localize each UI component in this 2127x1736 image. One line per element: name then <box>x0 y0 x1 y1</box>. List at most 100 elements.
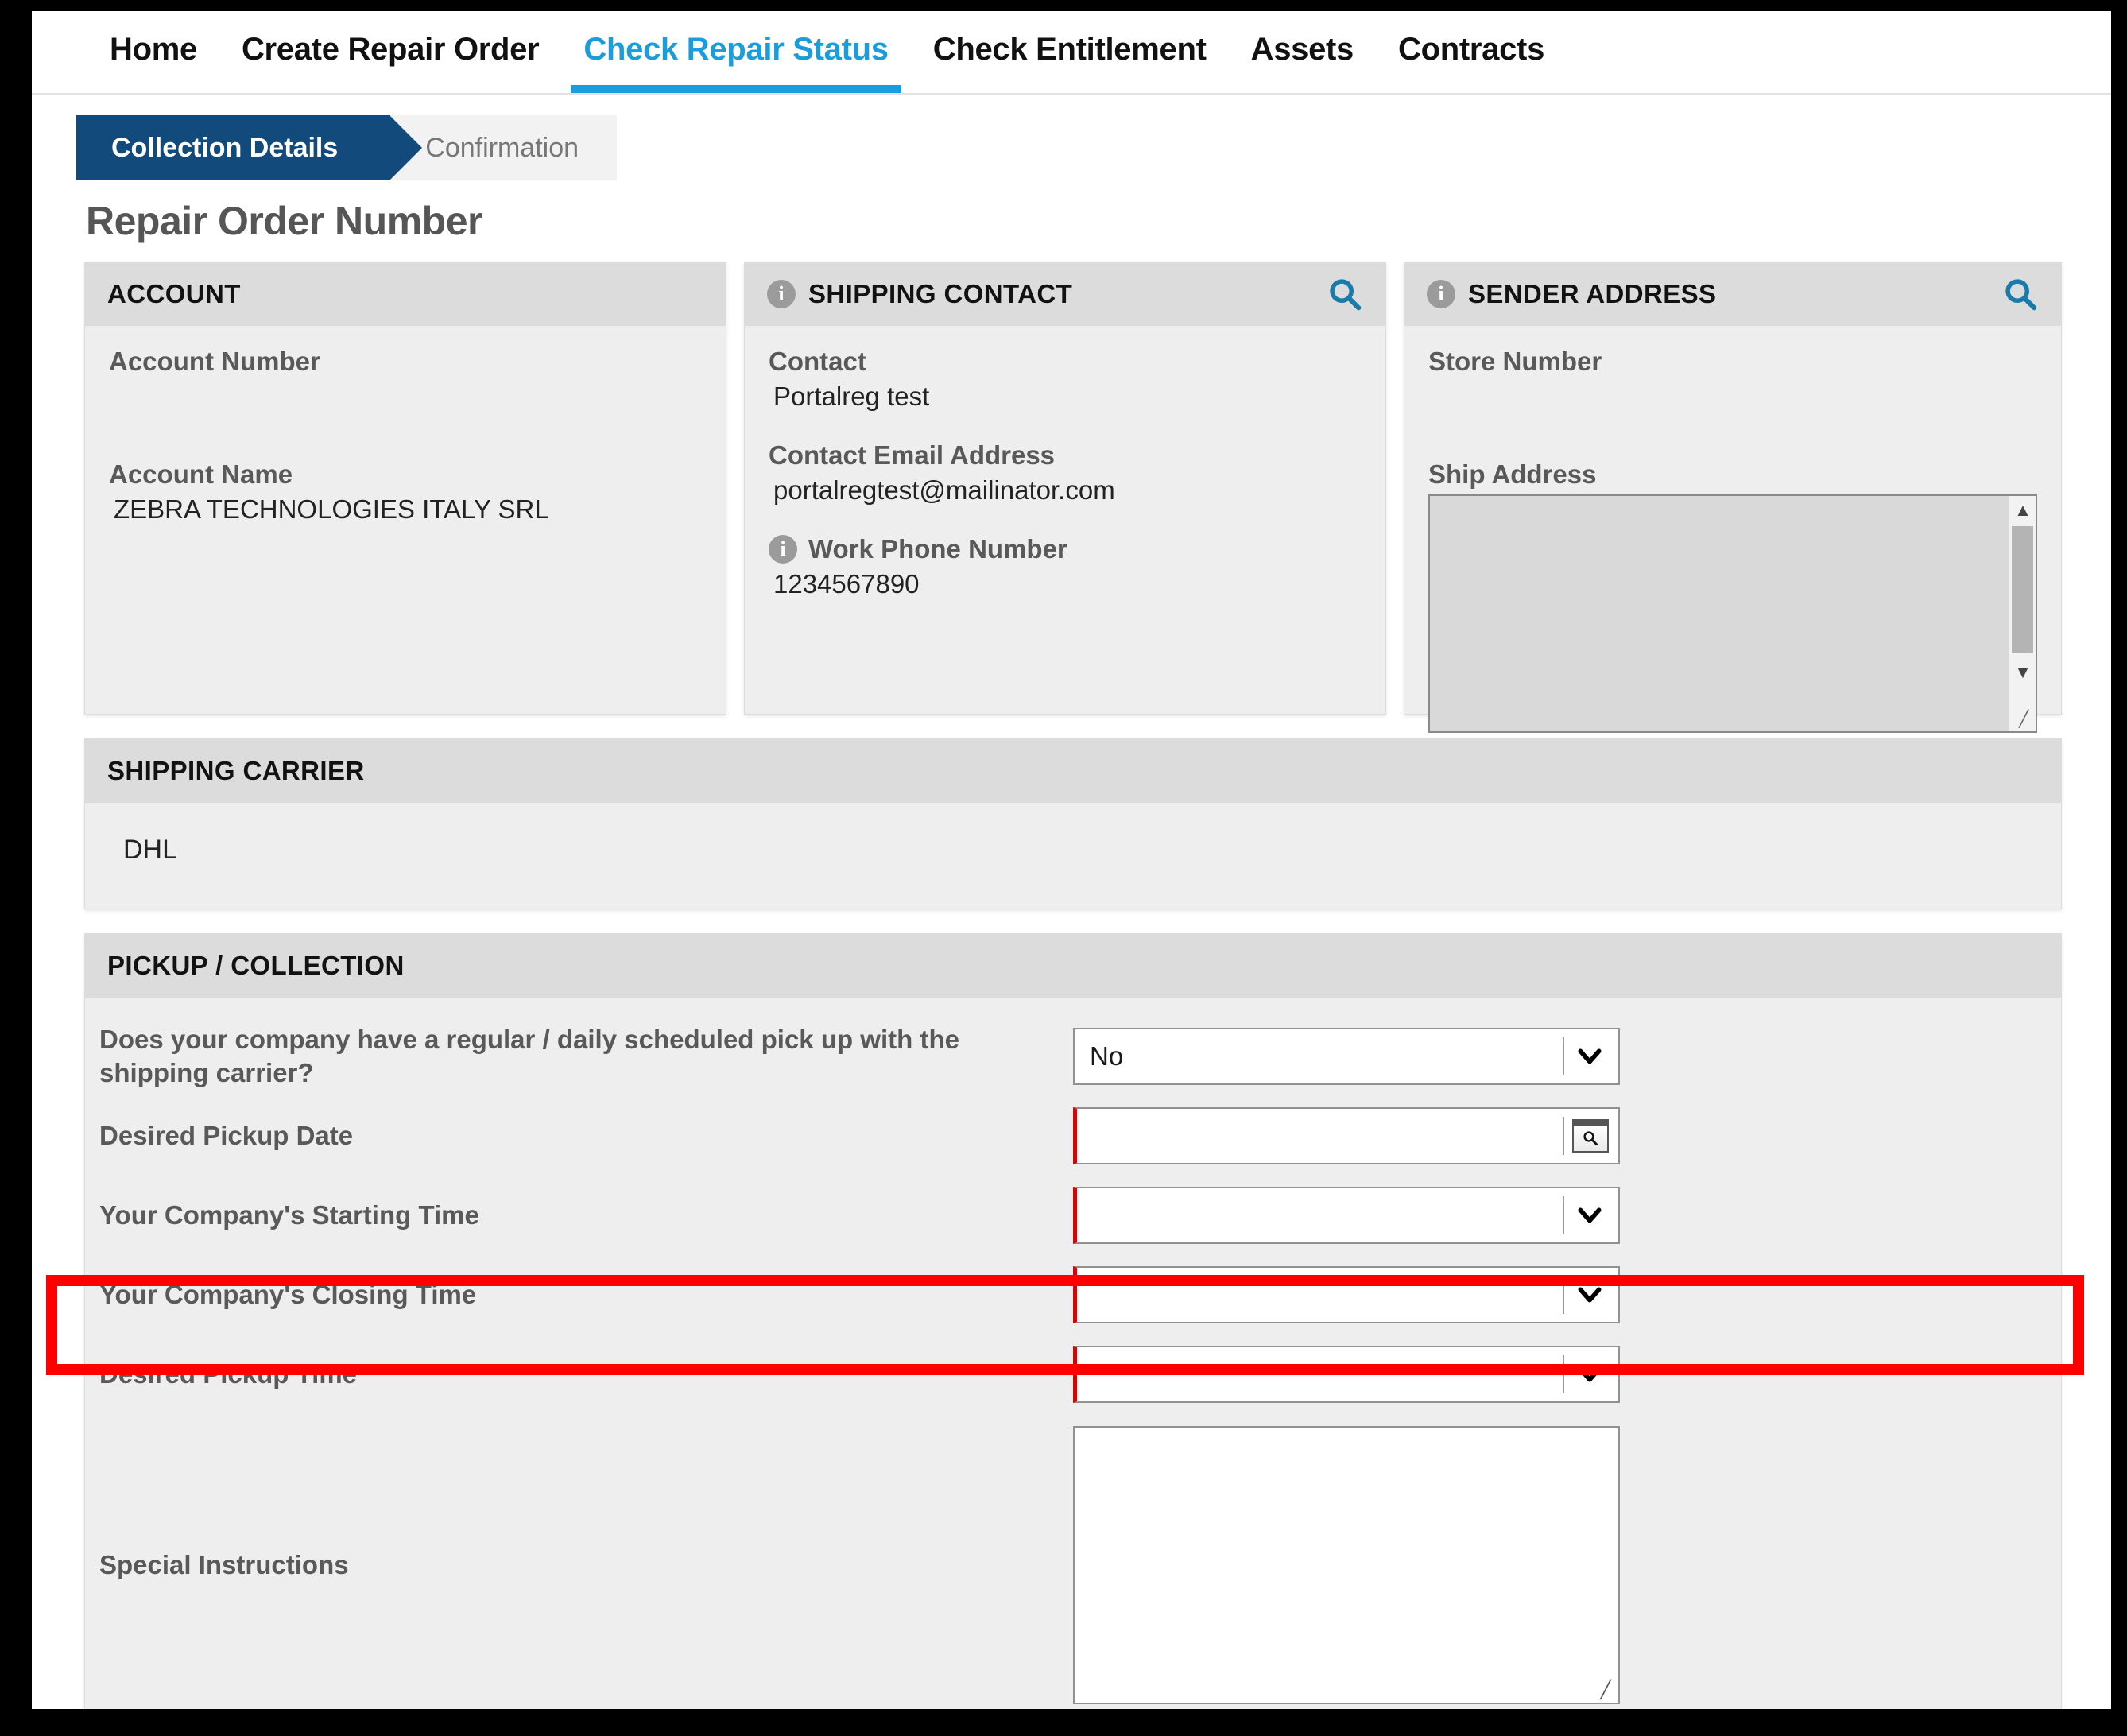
shipping-contact-card-body: Contact Portalreg test Contact Email Add… <box>745 326 1385 714</box>
account-card-title: ACCOUNT <box>107 279 241 308</box>
starting-time-label: Your Company's Starting Time <box>99 1199 479 1230</box>
search-icon[interactable] <box>2002 276 2039 312</box>
account-number-label: Account Number <box>109 347 320 376</box>
row-closing-time: Your Company's Closing Time <box>85 1255 2061 1335</box>
account-card-header: ACCOUNT <box>85 262 726 326</box>
shipping-carrier-body: DHL <box>85 803 2061 909</box>
nav-item-contracts[interactable]: Contracts <box>1376 11 1567 93</box>
info-cards-row: ACCOUNT Account Number Account Name ZEBR… <box>84 262 2062 733</box>
account-name-label: Account Name <box>109 459 293 489</box>
scrollbar-thumb[interactable] <box>2012 526 2033 653</box>
desired-pickup-date-control <box>1073 1107 1620 1164</box>
pickup-form-rows: Does your company have a regular / daily… <box>85 998 2061 1709</box>
page-title: Repair Order Number <box>86 199 482 243</box>
pickup-collection-header: PICKUP / COLLECTION <box>85 934 2061 998</box>
field-contact: Contact Portalreg test <box>769 347 1362 413</box>
store-number-value <box>1428 382 2037 413</box>
shipping-carrier-section: SHIPPING CARRIER DHL <box>84 738 2062 909</box>
resize-grip-icon[interactable]: ╱ <box>2013 709 2034 730</box>
pickup-collection-section: PICKUP / COLLECTION Does your company ha… <box>84 933 2062 1709</box>
shipping-contact-card-title: SHIPPING CONTACT <box>808 279 1073 308</box>
nav-item-create-repair-order[interactable]: Create Repair Order <box>219 11 561 93</box>
field-ship-address: Ship Address ▲ ▼ ╱ <box>1428 459 2037 733</box>
closing-time-label: Your Company's Closing Time <box>99 1279 477 1309</box>
shipping-contact-header-left: i SHIPPING CONTACT <box>767 279 1072 309</box>
wizard-step-label: Collection Details <box>111 132 339 163</box>
starting-time-select[interactable] <box>1073 1187 1620 1244</box>
closing-time-control <box>1073 1266 1620 1323</box>
work-phone-label-row: i Work Phone Number <box>769 534 1362 564</box>
desired-pickup-date-label: Desired Pickup Date <box>99 1120 354 1150</box>
scroll-down-icon[interactable]: ▼ <box>2009 660 2036 685</box>
regular-pickup-label: Does your company have a regular / daily… <box>99 1024 959 1087</box>
row-special-instructions: Special Instructions ╱ <box>85 1414 2061 1709</box>
ship-address-textarea[interactable]: ▲ ▼ ╱ <box>1428 494 2037 733</box>
field-work-phone: i Work Phone Number 1234567890 <box>769 534 1362 601</box>
desired-pickup-time-select[interactable] <box>1073 1346 1620 1403</box>
shipping-contact-card: i SHIPPING CONTACT Contact Portalreg tes… <box>744 262 1386 715</box>
chevron-down-icon <box>1574 1279 1606 1311</box>
regular-pickup-control: No <box>1073 1028 1620 1085</box>
select-divider <box>1563 1196 1564 1234</box>
page-content: ACCOUNT Account Number Account Name ZEBR… <box>32 244 2111 1709</box>
field-account-name: Account Name ZEBRA TECHNOLOGIES ITALY SR… <box>109 459 702 526</box>
shipping-contact-card-header: i SHIPPING CONTACT <box>745 262 1385 326</box>
account-card: ACCOUNT Account Number Account Name ZEBR… <box>84 262 726 715</box>
input-divider <box>1563 1117 1564 1155</box>
contact-email-value: portalregtest@mailinator.com <box>773 475 1115 505</box>
row-desired-pickup-time: Desired Pickup Time <box>85 1335 2061 1414</box>
shipping-carrier-header: SHIPPING CARRIER <box>85 739 2061 803</box>
row-desired-pickup-date: Desired Pickup Date <box>85 1096 2061 1176</box>
special-instructions-label: Special Instructions <box>99 1549 349 1579</box>
pickup-collection-title: PICKUP / COLLECTION <box>107 951 405 980</box>
account-number-value <box>109 382 702 413</box>
closing-time-select[interactable] <box>1073 1266 1620 1323</box>
wizard-steps: Collection Details Confirmation <box>76 115 653 180</box>
sender-address-card-title: SENDER ADDRESS <box>1468 279 1717 308</box>
screen-frame: Home Create Repair Order Check Repair St… <box>0 0 2127 1736</box>
sender-address-card-body: Store Number Ship Address ▲ ▼ ╱ <box>1404 326 2061 733</box>
row-starting-time: Your Company's Starting Time <box>85 1176 2061 1255</box>
chevron-down-icon <box>1574 1358 1606 1390</box>
store-number-label: Store Number <box>1428 347 1602 376</box>
special-instructions-textarea[interactable]: ╱ <box>1073 1426 1620 1704</box>
field-contact-email: Contact Email Address portalregtest@mail… <box>769 440 1362 507</box>
ship-address-scrollbar[interactable]: ▲ ▼ <box>2009 496 2036 731</box>
desired-pickup-time-control <box>1073 1346 1620 1403</box>
info-icon: i <box>769 535 797 564</box>
sender-address-header-left: i SENDER ADDRESS <box>1427 279 1716 309</box>
calendar-lookup-icon[interactable] <box>1572 1119 1609 1153</box>
special-instructions-control: ╱ <box>1073 1426 1620 1704</box>
wizard-step-collection-details[interactable]: Collection Details <box>76 115 423 180</box>
nav-item-check-repair-status[interactable]: Check Repair Status <box>561 11 910 93</box>
select-divider <box>1563 1276 1564 1314</box>
sender-address-card: i SENDER ADDRESS Store Number Ship Addre… <box>1404 262 2062 733</box>
regular-pickup-selected-value: No <box>1090 1041 1124 1071</box>
contact-email-label: Contact Email Address <box>769 440 1056 470</box>
nav-item-check-entitlement[interactable]: Check Entitlement <box>911 11 1229 93</box>
select-divider <box>1563 1037 1564 1075</box>
nav-item-assets[interactable]: Assets <box>1229 11 1376 93</box>
browser-page: Home Create Repair Order Check Repair St… <box>32 11 2111 1709</box>
resize-grip-icon[interactable]: ╱ <box>1595 1680 1616 1700</box>
shipping-carrier-title: SHIPPING CARRIER <box>107 756 365 785</box>
search-icon[interactable] <box>1327 276 1363 312</box>
info-icon: i <box>767 280 796 308</box>
work-phone-value: 1234567890 <box>773 569 920 599</box>
row-regular-pickup: Does your company have a regular / daily… <box>85 1017 2061 1096</box>
wizard-step-label: Confirmation <box>425 132 579 163</box>
field-store-number: Store Number <box>1428 347 2037 413</box>
sender-address-card-header: i SENDER ADDRESS <box>1404 262 2061 326</box>
regular-pickup-select[interactable]: No <box>1073 1028 1620 1085</box>
account-card-body: Account Number Account Name ZEBRA TECHNO… <box>85 326 726 714</box>
nav-item-home[interactable]: Home <box>87 11 219 93</box>
shipping-carrier-value: DHL <box>123 835 178 865</box>
scroll-up-icon[interactable]: ▲ <box>2009 498 2036 523</box>
info-icon: i <box>1427 280 1455 308</box>
main-navigation: Home Create Repair Order Check Repair St… <box>32 11 2111 95</box>
account-card-header-left: ACCOUNT <box>107 279 241 309</box>
contact-value: Portalreg test <box>773 382 930 411</box>
desired-pickup-date-input[interactable] <box>1073 1107 1620 1164</box>
contact-label: Contact <box>769 347 866 376</box>
account-name-value: ZEBRA TECHNOLOGIES ITALY SRL <box>114 494 549 524</box>
